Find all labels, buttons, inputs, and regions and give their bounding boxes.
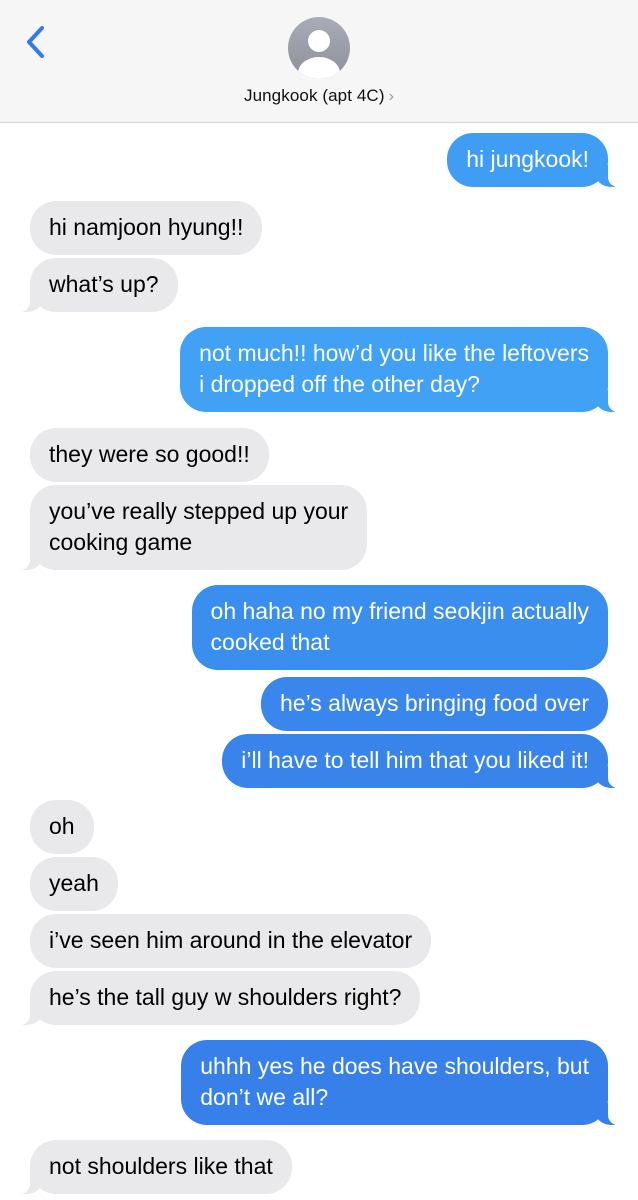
message-text: yeah	[49, 870, 99, 896]
message-text: he’s the tall guy w shoulders right?	[49, 984, 402, 1010]
message-text-line: i dropped off the other day?	[199, 371, 480, 397]
back-button[interactable]	[22, 22, 52, 62]
message-bubble-outgoing[interactable]: he’s always bringing food over	[261, 677, 608, 731]
messages-screen: Jungkook (apt 4C) › hi jungkook! hi namjo…	[0, 0, 638, 1200]
message-bubble-incoming[interactable]: yeah	[30, 857, 118, 911]
message-text-line: oh haha no my friend seokjin actually	[210, 598, 589, 624]
message-text: what’s up?	[49, 271, 159, 297]
message-text: he’s always bringing food over	[280, 690, 589, 716]
message-text-line: uhhh yes he does have shoulders, but	[200, 1053, 589, 1079]
message-text-line: you’ve really stepped up your	[49, 498, 349, 524]
message-bubble-incoming[interactable]: he’s the tall guy w shoulders right?	[19, 971, 421, 1025]
message-bubble-incoming[interactable]: oh	[30, 800, 94, 854]
message-bubble-incoming[interactable]: not shoulders like that	[20, 1140, 292, 1194]
message-bubble-outgoing[interactable]: uhhh yes he does have shoulders, but don…	[181, 1040, 618, 1125]
message-text-line: not much!! how’d you like the leftovers	[199, 340, 589, 366]
message-text-line: don’t we all?	[200, 1084, 329, 1110]
message-bubble-incoming[interactable]: you’ve really stepped up your cooking ga…	[19, 485, 368, 570]
message-text: they were so good!!	[49, 441, 250, 467]
message-bubble-outgoing[interactable]: i’ll have to tell him that you liked it!	[222, 734, 618, 788]
contact-avatar[interactable]	[288, 17, 350, 79]
message-text: hi namjoon hyung!!	[49, 214, 244, 240]
message-thread: hi jungkook! hi namjoon hyung!! what’s u…	[0, 122, 638, 1200]
chevron-left-icon	[27, 26, 44, 58]
chevron-right-icon: ›	[388, 88, 395, 105]
message-bubble-incoming[interactable]: i’ve seen him around in the elevator	[30, 914, 432, 968]
contact-name-row[interactable]: Jungkook (apt 4C) ›	[0, 86, 638, 106]
message-bubble-incoming[interactable]: what’s up?	[20, 258, 178, 312]
message-bubble-outgoing[interactable]: hi jungkook!	[447, 133, 618, 187]
message-text: not shoulders like that	[49, 1153, 273, 1179]
message-text-line: cooking game	[49, 529, 193, 555]
message-text-line: cooked that	[210, 629, 330, 655]
message-text: oh	[49, 813, 75, 839]
message-bubble-outgoing[interactable]: not much!! how’d you like the leftovers …	[180, 327, 618, 412]
message-bubble-incoming[interactable]: they were so good!!	[30, 428, 269, 482]
contact-name: Jungkook (apt 4C)	[243, 86, 385, 105]
person-silhouette-icon	[298, 30, 340, 79]
message-bubble-outgoing[interactable]: oh haha no my friend seokjin actually co…	[191, 585, 608, 670]
message-text: i’ll have to tell him that you liked it!	[241, 747, 589, 773]
conversation-header: Jungkook (apt 4C) ›	[0, 0, 638, 123]
message-text: hi jungkook!	[466, 146, 589, 172]
message-text: i’ve seen him around in the elevator	[49, 927, 413, 953]
message-bubble-incoming[interactable]: hi namjoon hyung!!	[30, 201, 263, 255]
